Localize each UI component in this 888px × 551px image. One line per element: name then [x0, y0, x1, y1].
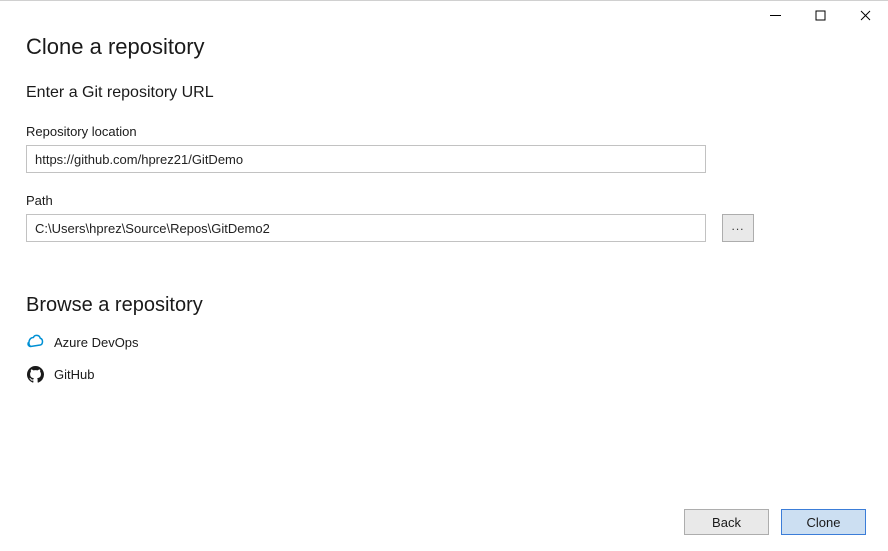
dialog-footer: Back Clone	[684, 509, 866, 535]
path-label: Path	[26, 193, 862, 208]
minimize-button[interactable]	[753, 0, 798, 30]
github-label: GitHub	[54, 367, 94, 382]
path-group: Path ...	[26, 193, 862, 242]
dialog-content: Clone a repository Enter a Git repositor…	[0, 0, 888, 383]
repo-location-group: Repository location	[26, 124, 862, 173]
dialog-title: Clone a repository	[26, 34, 862, 60]
browse-repo-heading: Browse a repository	[26, 294, 862, 317]
enter-url-heading: Enter a Git repository URL	[26, 84, 862, 102]
repo-location-label: Repository location	[26, 124, 862, 139]
path-row: ...	[26, 214, 862, 242]
path-input[interactable]	[26, 214, 706, 242]
github-icon	[26, 365, 44, 383]
repo-location-input[interactable]	[26, 145, 706, 173]
azure-devops-label: Azure DevOps	[54, 335, 139, 350]
window-titlebar	[753, 0, 888, 30]
close-icon	[860, 10, 871, 21]
maximize-icon	[815, 10, 826, 21]
back-button[interactable]: Back	[684, 509, 769, 535]
github-option[interactable]: GitHub	[26, 365, 862, 383]
browse-path-button[interactable]: ...	[722, 214, 754, 242]
clone-button[interactable]: Clone	[781, 509, 866, 535]
azure-devops-icon	[26, 333, 44, 351]
minimize-icon	[770, 10, 781, 21]
azure-devops-option[interactable]: Azure DevOps	[26, 333, 862, 351]
maximize-button[interactable]	[798, 0, 843, 30]
close-button[interactable]	[843, 0, 888, 30]
